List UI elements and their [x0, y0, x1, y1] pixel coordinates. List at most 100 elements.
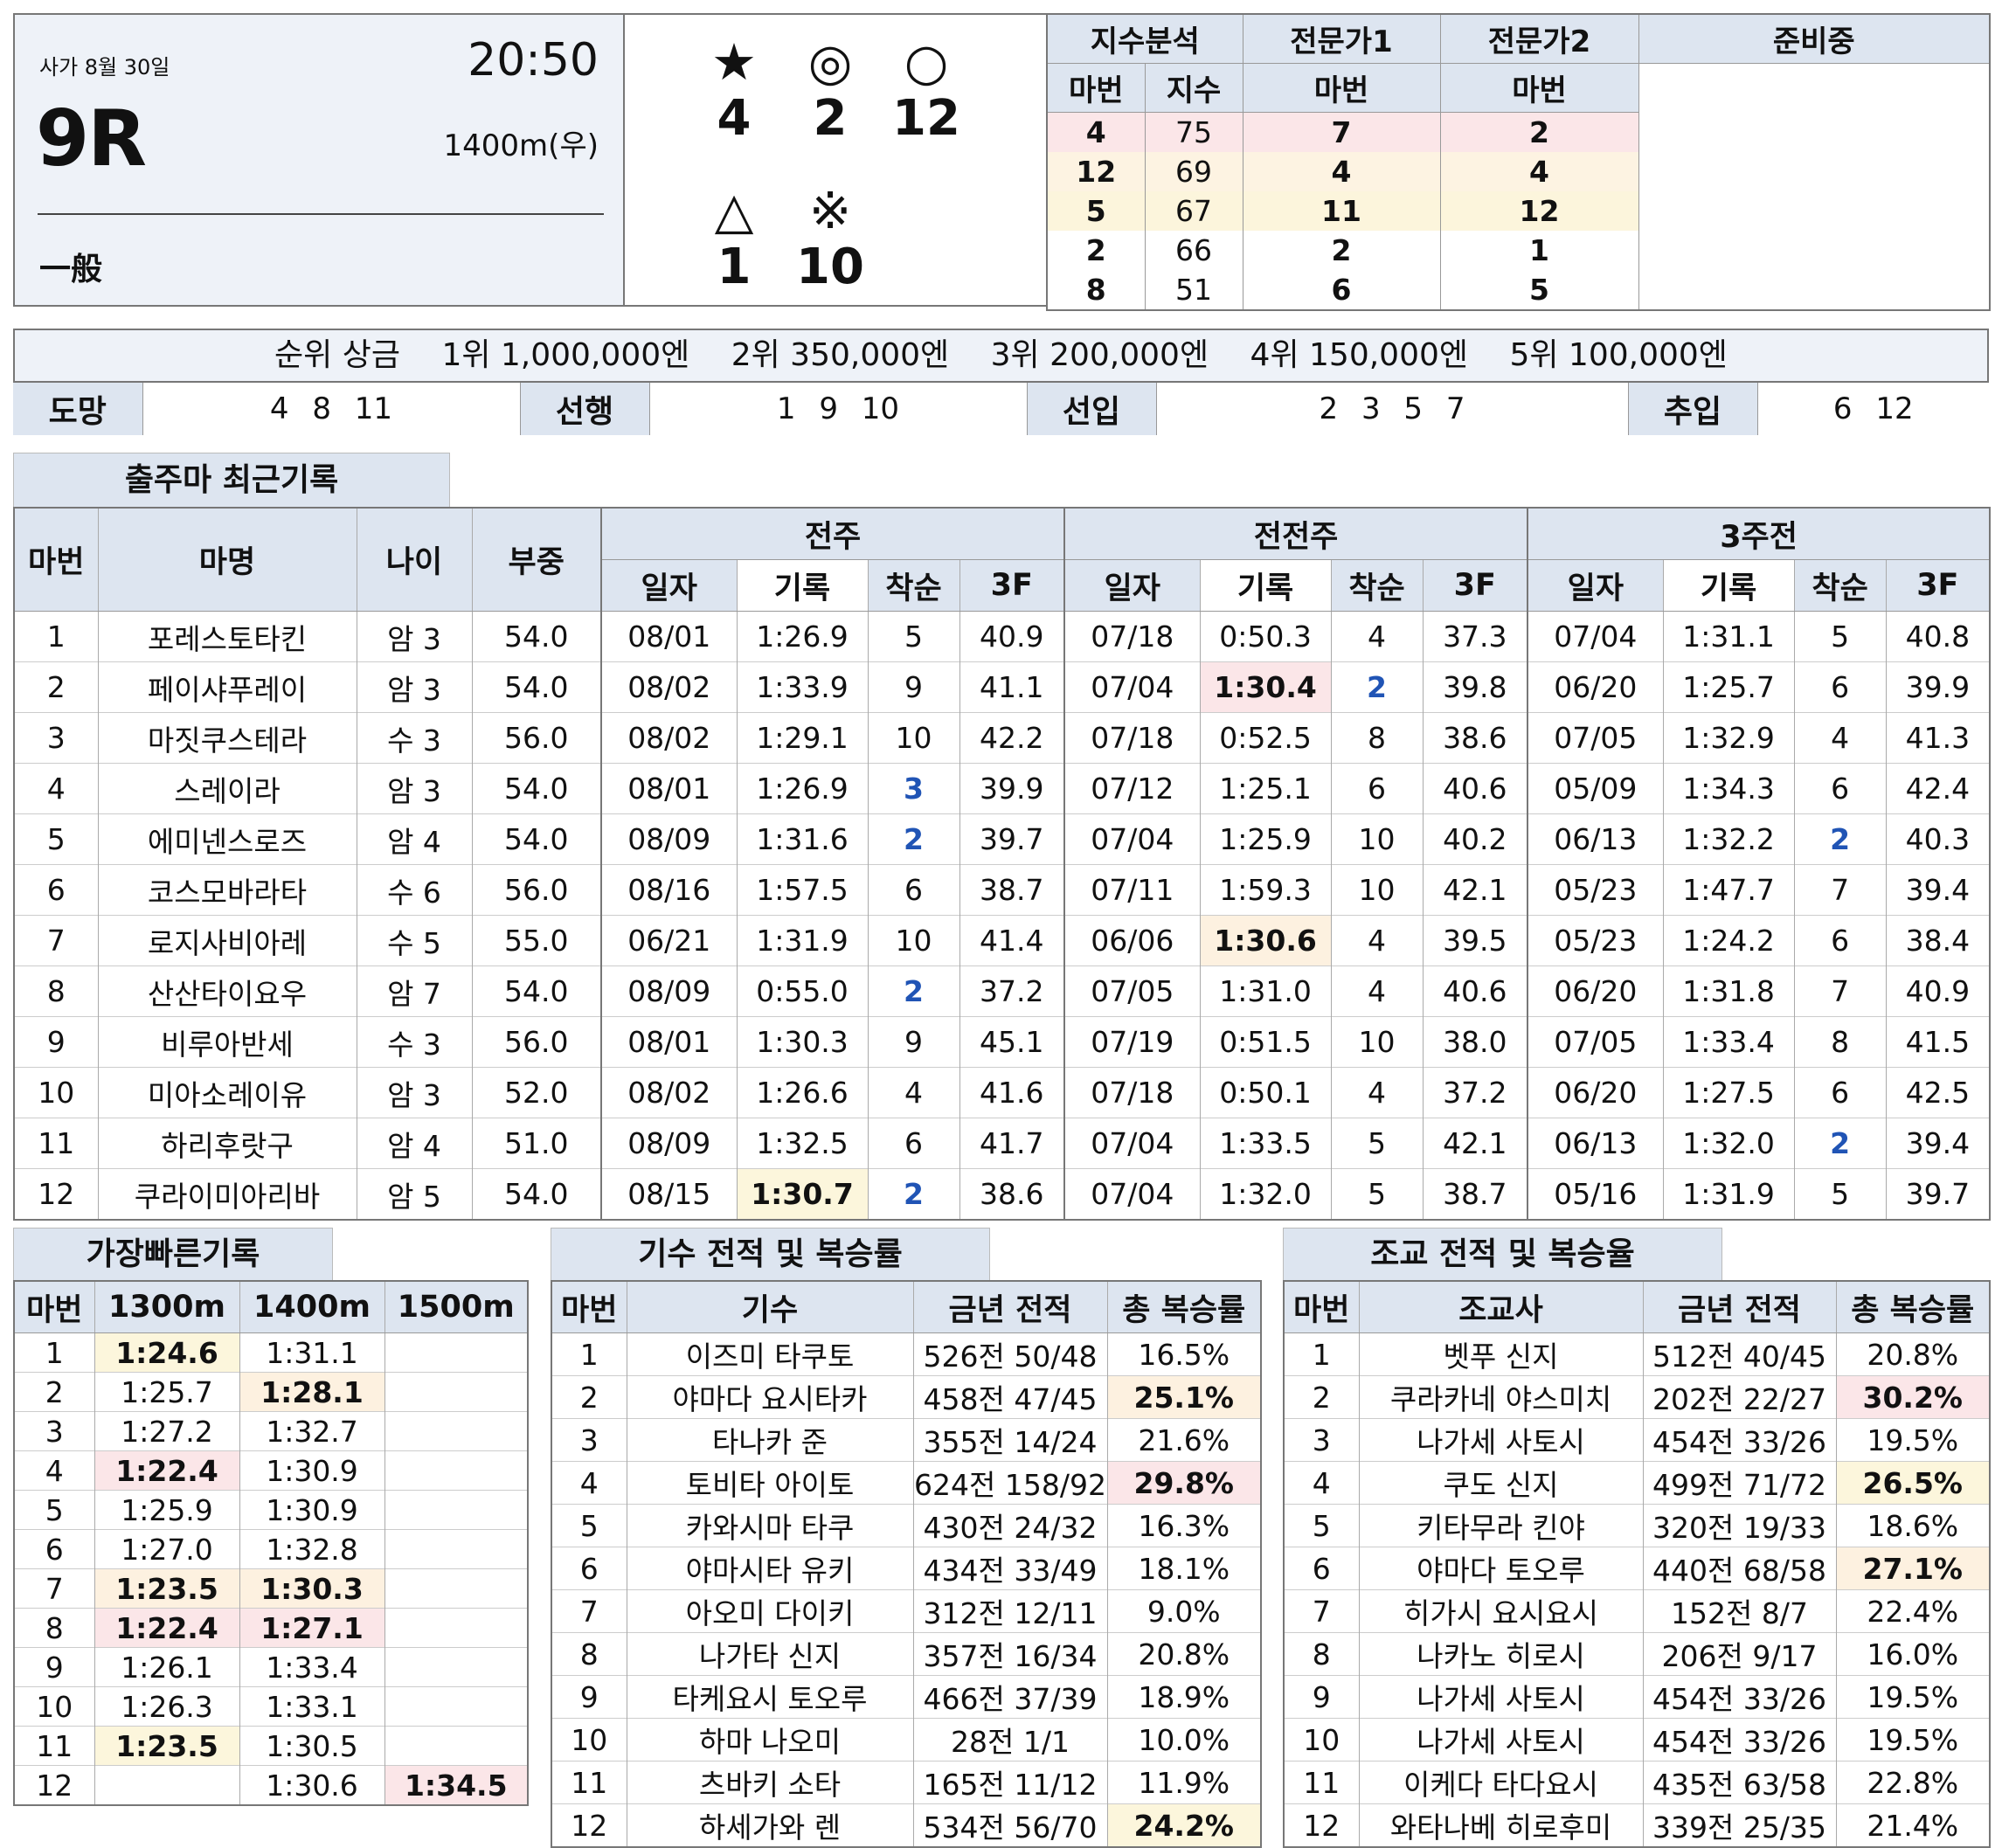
- pick-number: 10: [796, 239, 864, 295]
- finish-position: 5: [1330, 1118, 1424, 1169]
- horse-no: 12: [1046, 152, 1145, 191]
- race-distance: 1400m(우): [443, 128, 599, 163]
- race-time: 1:31.0: [1199, 966, 1332, 1017]
- best-1500m: [384, 1529, 528, 1569]
- race-date: 07/04: [1527, 611, 1664, 662]
- pick-item: ◎ 2: [782, 37, 878, 143]
- header-horse-no: 마번: [1284, 1281, 1359, 1333]
- trainer-row: 4 쿠도 신지 499전 71/72 26.5%: [1284, 1461, 1990, 1505]
- trainer-row: 6 야마다 토오루 440전 68/58 27.1%: [1284, 1547, 1990, 1590]
- race-time: 1:30.6: [1199, 915, 1332, 966]
- finish-position: 4: [867, 1067, 959, 1118]
- fastest-row: 8 1:22.4 1:27.1: [14, 1608, 528, 1648]
- race-time: 1:59.3: [1199, 864, 1332, 916]
- jockey-place-rate: 16.3%: [1106, 1504, 1261, 1547]
- jockey-place-rate: 24.2%: [1106, 1803, 1261, 1847]
- jockey-place-rate: 21.6%: [1106, 1418, 1261, 1462]
- horse-sex-age: 암 4: [356, 813, 472, 865]
- header-index-analysis: 지수분석: [1046, 14, 1243, 64]
- horse-no: 9: [551, 1675, 627, 1719]
- divider: [38, 213, 604, 215]
- trainer-name: 야마다 토오루: [1358, 1547, 1643, 1590]
- race-date: 07/18: [1063, 1067, 1201, 1118]
- best-1500m: [384, 1568, 528, 1609]
- record-row: 6 코스모바라타 수 6 56.0 08/16 1:57.5 6 38.7 07/11 1:59.…: [14, 864, 1991, 916]
- horse-sex-age: 암 3: [356, 1067, 472, 1118]
- last-3f: 39.4: [1885, 1118, 1991, 1169]
- horse-name: 포레스토타킨: [97, 611, 357, 662]
- horse-no: 5: [551, 1504, 627, 1547]
- style-label-midpack: 선입: [1026, 382, 1156, 435]
- horse-sex-age: 암 4: [356, 1118, 472, 1169]
- index-analysis-table: 지수분석 전문가1 전문가2 준비중 마번 지수 마번 마번 4 75 7 2 …: [1046, 13, 1991, 311]
- race-time: 1:26.6: [736, 1067, 868, 1118]
- horse-no: 8: [1046, 270, 1145, 310]
- horse-name: 산산타이요우: [97, 966, 357, 1017]
- race-date: 06/20: [1527, 966, 1664, 1017]
- jockey-name: 타케요시 토오루: [626, 1675, 913, 1719]
- jockey-year-record: 526전 50/48: [912, 1332, 1107, 1376]
- best-1500m: [384, 1450, 528, 1491]
- trainer-year-record: 454전 33/26: [1642, 1418, 1836, 1462]
- horse-no: 7: [1284, 1589, 1359, 1633]
- finish-position: 4: [1330, 966, 1424, 1017]
- finish-position: 5: [867, 611, 959, 662]
- subheader-horse-no: 마번: [1439, 63, 1638, 113]
- prize-money-line: 순위 상금 1위 1,000,000엔 2위 350,000엔 3위 200,0…: [15, 330, 1987, 381]
- record-row: 4 스레이라 암 3 54.0 08/01 1:26.9 3 39.9 07/12 1:25.1 6…: [14, 763, 1991, 814]
- finish-position: 2: [867, 1168, 959, 1220]
- finish-position: 2: [1330, 661, 1424, 713]
- style-label-closer: 추입: [1627, 382, 1757, 435]
- best-1500m: [384, 1726, 528, 1766]
- best-1500m: 1:34.5: [384, 1765, 528, 1805]
- fastest-row: 9 1:26.1 1:33.4: [14, 1647, 528, 1687]
- race-time: 0:55.0: [736, 966, 868, 1017]
- pick-number: 2: [813, 90, 848, 147]
- last-3f: 41.1: [959, 661, 1065, 713]
- jockey-row: 5 카와시마 타쿠 430전 24/32 16.3%: [551, 1504, 1261, 1547]
- best-1300m: 1:22.4: [94, 1450, 239, 1491]
- records-body: 1 포레스토타킨 암 3 54.0 08/01 1:26.9 5 40.9 07/18 0:50.…: [14, 611, 1991, 1220]
- race-time: 1:25.7: [1662, 661, 1795, 713]
- best-1400m: 1:33.1: [239, 1686, 384, 1727]
- record-row: 7 로지사비아레 수 5 55.0 06/21 1:31.9 10 41.4 06/06 1:30…: [14, 915, 1991, 966]
- horse-no: 6: [14, 864, 98, 916]
- fastest-row: 6 1:27.0 1:32.8: [14, 1529, 528, 1569]
- horse-no: 11: [14, 1118, 98, 1169]
- horse-no: 4: [1284, 1461, 1359, 1505]
- horse-no: 12: [1284, 1803, 1359, 1847]
- race-time: 1:33.4: [1662, 1016, 1795, 1068]
- horse-no: 8: [14, 1608, 94, 1648]
- finish-position: 8: [1793, 1016, 1887, 1068]
- race-time: 1:30.7: [736, 1168, 868, 1220]
- jockey-year-record: 312전 12/11: [912, 1589, 1107, 1633]
- race-time: 1:30.3: [736, 1016, 868, 1068]
- header-year-record: 금년 전적: [912, 1281, 1107, 1333]
- header-preparing: 준비중: [1638, 14, 1990, 64]
- race-time: 1:29.1: [736, 712, 868, 764]
- best-1400m: 1:30.5: [239, 1726, 384, 1766]
- horse-no: 2: [1284, 1375, 1359, 1419]
- trainer-row: 2 쿠라카네 야스미치 202전 22/27 30.2%: [1284, 1375, 1990, 1419]
- jockey-place-rate: 29.8%: [1106, 1461, 1261, 1505]
- header-last-3f: 3F: [1885, 559, 1991, 612]
- horse-no: 6: [551, 1547, 627, 1590]
- record-row: 2 페이샤푸레이 암 3 54.0 08/02 1:33.9 9 41.1 07/04 1:30.…: [14, 661, 1991, 713]
- trainer-place-rate: 19.5%: [1835, 1675, 1990, 1719]
- race-date: 06/20: [1527, 661, 1664, 713]
- horse-no: 11: [551, 1761, 627, 1804]
- last-3f: 37.3: [1422, 611, 1528, 662]
- race-date: 08/02: [600, 712, 737, 764]
- expert1-pick: 11: [1242, 191, 1440, 231]
- header-finish: 착순: [867, 559, 959, 612]
- trainer-place-rate: 27.1%: [1835, 1547, 1990, 1590]
- trainer-row: 10 나가세 사토시 454전 33/26 19.5%: [1284, 1718, 1990, 1761]
- finish-position: 6: [867, 864, 959, 916]
- horse-no: 5: [1046, 191, 1145, 231]
- horse-name: 마짓쿠스테라: [97, 712, 357, 764]
- header-two-weeks-ago: 전전주: [1063, 508, 1528, 560]
- trainer-row: 11 이케다 타다요시 435전 63/58 22.8%: [1284, 1761, 1990, 1804]
- horse-no: 5: [1284, 1504, 1359, 1547]
- last-3f: 40.3: [1885, 813, 1991, 865]
- horse-no: 8: [14, 966, 98, 1017]
